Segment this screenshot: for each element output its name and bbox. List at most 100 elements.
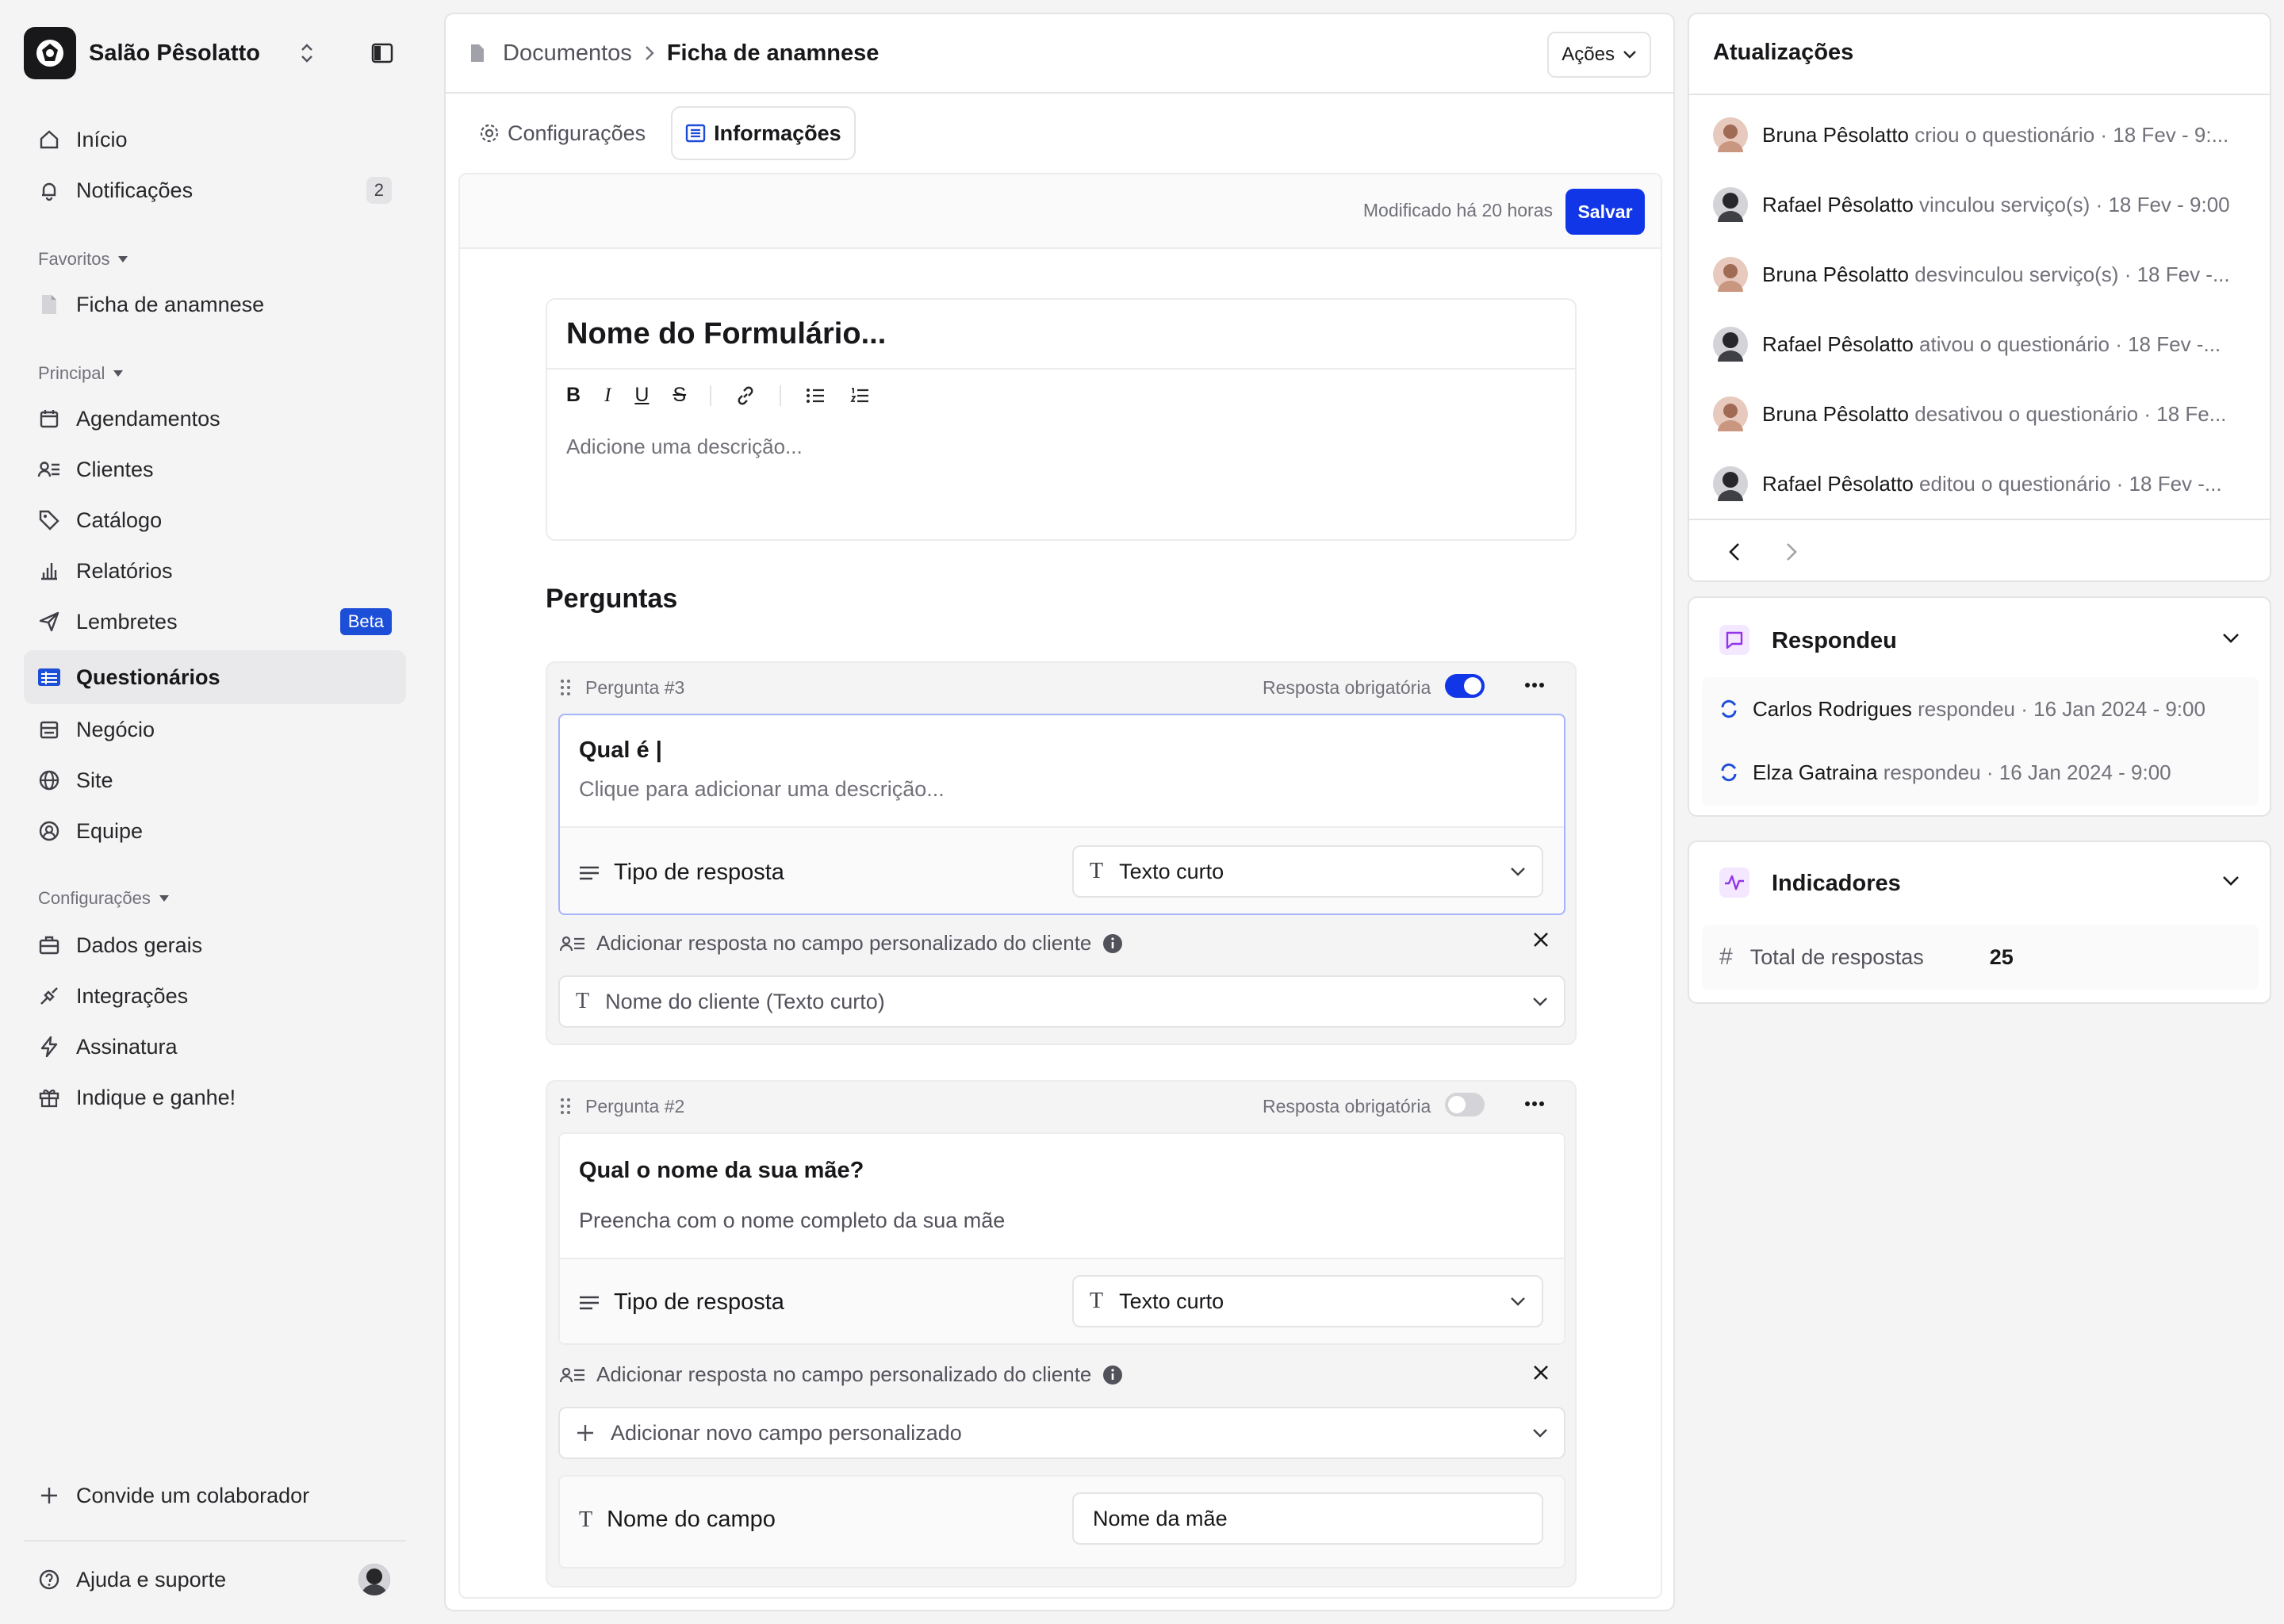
prev-page-icon[interactable] bbox=[1729, 542, 1740, 561]
close-icon[interactable] bbox=[1532, 1364, 1550, 1381]
rich-text-toolbar: B I U S bbox=[566, 384, 870, 407]
responded-title: Respondeu bbox=[1772, 628, 1897, 653]
underline-icon[interactable]: U bbox=[634, 384, 649, 407]
invite-label: Convide um colaborador bbox=[76, 1483, 310, 1507]
chevron-down-icon[interactable] bbox=[2222, 633, 2240, 644]
sidebar-item-label: Dados gerais bbox=[76, 933, 203, 957]
required-toggle[interactable] bbox=[1445, 674, 1485, 698]
sidebar-item-site[interactable]: Site bbox=[24, 756, 406, 804]
chevron-down-icon bbox=[1533, 1429, 1547, 1438]
next-page-icon[interactable] bbox=[1786, 542, 1797, 561]
responded-item[interactable]: Elza Gatraina respondeu · 16 Jan 2024 - … bbox=[1702, 741, 2259, 804]
actions-label: Ações bbox=[1562, 44, 1615, 65]
answer-type-select[interactable]: T Texto curto bbox=[1072, 1275, 1543, 1327]
answer-type-row: Tipo de resposta T Texto curto bbox=[560, 1258, 1564, 1343]
custom-field-select[interactable]: T Nome do cliente (Texto curto) bbox=[558, 975, 1565, 1028]
answer-type-select[interactable]: T Texto curto bbox=[1072, 845, 1543, 898]
sidebar-item-integracoes[interactable]: Integrações bbox=[24, 972, 406, 1020]
update-author: Rafael Pêsolatto bbox=[1762, 192, 1914, 216]
answer-type-value: Texto curto bbox=[1119, 859, 1224, 883]
sidebar-item-notificacoes[interactable]: Notificações 2 bbox=[24, 167, 406, 214]
add-custom-field-select[interactable]: Adicionar novo campo personalizado bbox=[558, 1407, 1565, 1459]
user-avatar[interactable] bbox=[358, 1564, 390, 1595]
question-title-input[interactable]: Qual é | bbox=[579, 737, 662, 764]
sidebar-item-agendamentos[interactable]: Agendamentos bbox=[24, 395, 406, 442]
text-type-icon: T bbox=[579, 1507, 593, 1532]
question-title-input[interactable]: Qual o nome da sua mãe? bbox=[579, 1158, 864, 1184]
sidebar-item-label: Indique e ganhe! bbox=[76, 1085, 236, 1109]
required-toggle[interactable] bbox=[1445, 1093, 1485, 1116]
divider bbox=[1689, 519, 2270, 520]
sidebar-item-inicio[interactable]: Início bbox=[24, 116, 406, 163]
page-header: Documentos Ficha de anamnese Ações bbox=[446, 14, 1673, 94]
sidebar-item-dados-gerais[interactable]: Dados gerais bbox=[24, 921, 406, 969]
form-description-input[interactable]: Adicione uma descrição... bbox=[566, 435, 803, 459]
sidebar-item-relatorios[interactable]: Relatórios bbox=[24, 547, 406, 595]
update-time: · 18 Fev -... bbox=[2124, 262, 2230, 286]
actions-button[interactable]: Ações bbox=[1547, 32, 1651, 78]
sidebar-item-questionarios[interactable]: Questionários bbox=[24, 650, 406, 704]
workspace-logo bbox=[24, 27, 76, 79]
question-card-2: Pergunta #2 Resposta obrigatória Qual o … bbox=[546, 1080, 1577, 1588]
bullet-list-icon[interactable] bbox=[805, 386, 826, 405]
tab-configuracoes[interactable]: Configurações bbox=[466, 108, 658, 159]
sidebar-item-negocio[interactable]: Negócio bbox=[24, 706, 406, 753]
responded-item[interactable]: Carlos Rodrigues respondeu · 16 Jan 2024… bbox=[1702, 677, 2259, 741]
list-icon bbox=[685, 124, 706, 143]
italic-icon[interactable]: I bbox=[604, 385, 611, 407]
notification-count: 2 bbox=[366, 177, 392, 204]
clients-icon bbox=[560, 936, 584, 951]
more-options-icon[interactable] bbox=[1524, 1101, 1545, 1107]
caret-down-icon bbox=[159, 895, 169, 902]
divider bbox=[1689, 94, 2270, 95]
strikethrough-icon[interactable]: S bbox=[673, 384, 686, 407]
sidebar-toggle-icon[interactable] bbox=[371, 43, 393, 63]
help-icon bbox=[36, 1567, 62, 1592]
sidebar-item-equipe[interactable]: Equipe bbox=[24, 807, 406, 855]
config-section-header[interactable]: Configurações bbox=[38, 888, 170, 909]
invite-collaborator-button[interactable]: Convide um colaborador bbox=[24, 1472, 406, 1519]
chevron-updown-icon[interactable] bbox=[298, 41, 316, 65]
sidebar-item-ficha-de-anamnese[interactable]: Ficha de anamnese bbox=[24, 281, 406, 328]
question-description-input[interactable]: Clique para adicionar uma descrição... bbox=[579, 777, 945, 802]
sidebar-item-label: Integrações bbox=[76, 983, 189, 1008]
bold-icon[interactable]: B bbox=[566, 384, 581, 407]
chevron-down-icon[interactable] bbox=[2222, 875, 2240, 887]
sidebar-item-assinatura[interactable]: Assinatura bbox=[24, 1023, 406, 1071]
numbered-list-icon[interactable] bbox=[849, 386, 870, 405]
update-author: Rafael Pêsolatto bbox=[1762, 331, 1914, 356]
section-title: Configurações bbox=[38, 888, 151, 908]
help-support-button[interactable]: Ajuda e suporte bbox=[24, 1556, 406, 1603]
form-editor: Modificado há 20 horas Salvar Nome do Fo… bbox=[458, 173, 1662, 1599]
divider bbox=[710, 385, 712, 406]
link-icon[interactable] bbox=[735, 385, 756, 406]
answer-type-label: Tipo de resposta bbox=[614, 1289, 784, 1315]
sidebar-item-indique-e-ganhe[interactable]: Indique e ganhe! bbox=[24, 1074, 406, 1121]
custom-field-label: Adicionar resposta no campo personalizad… bbox=[596, 1362, 1092, 1386]
sidebar-item-label: Catálogo bbox=[76, 508, 163, 532]
form-header-card: Nome do Formulário... B I U S Adicione u… bbox=[546, 298, 1577, 541]
sidebar-item-catalogo[interactable]: Catálogo bbox=[24, 496, 406, 544]
field-name-input[interactable]: Nome da mãe bbox=[1072, 1492, 1543, 1545]
gear-icon bbox=[480, 124, 499, 143]
drag-handle-icon[interactable] bbox=[560, 1097, 571, 1115]
refresh-icon bbox=[1719, 699, 1738, 719]
more-options-icon[interactable] bbox=[1524, 682, 1545, 688]
save-button[interactable]: Salvar bbox=[1565, 189, 1645, 235]
total-responses-value: 25 bbox=[1989, 944, 2014, 969]
avatar bbox=[1713, 327, 1748, 362]
workspace-switcher[interactable]: Salão Pêsolatto bbox=[24, 27, 404, 79]
form-title-input[interactable]: Nome do Formulário... bbox=[566, 317, 886, 351]
sidebar-item-clientes[interactable]: Clientes bbox=[24, 446, 406, 493]
question-description-input[interactable]: Preencha com o nome completo da sua mãe bbox=[579, 1208, 1005, 1233]
clients-icon bbox=[36, 457, 62, 482]
sidebar-item-lembretes[interactable]: Lembretes Beta bbox=[24, 598, 406, 645]
tab-informacoes[interactable]: Informações bbox=[673, 108, 854, 159]
close-icon[interactable] bbox=[1532, 931, 1550, 948]
field-name-label: Nome do campo bbox=[607, 1507, 776, 1532]
breadcrumb-parent[interactable]: Documentos bbox=[503, 40, 632, 67]
modified-status: Modificado há 20 horas bbox=[1362, 200, 1553, 220]
principal-section-header[interactable]: Principal bbox=[38, 363, 124, 384]
drag-handle-icon[interactable] bbox=[560, 679, 571, 696]
favorites-section-header[interactable]: Favoritos bbox=[38, 249, 128, 270]
